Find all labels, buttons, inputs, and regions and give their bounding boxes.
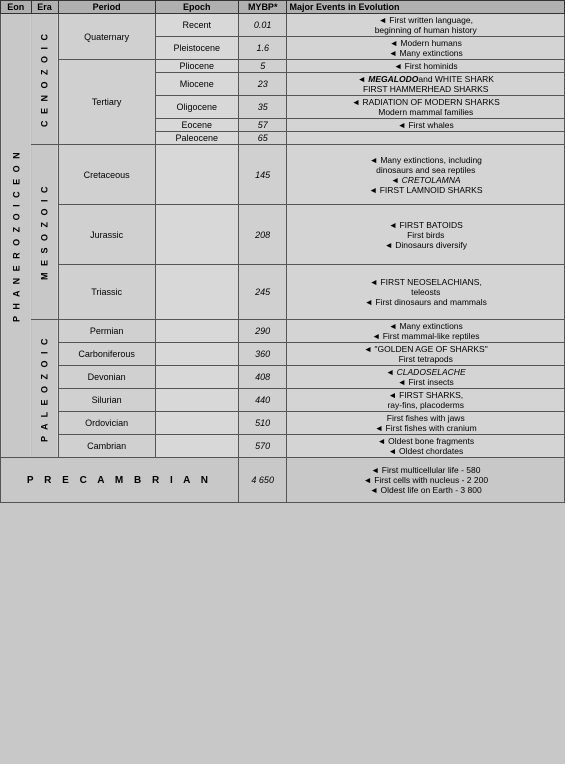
recent-mybp: 0.01: [238, 14, 287, 37]
header-epoch: Epoch: [155, 1, 238, 14]
table-row: M E S O Z O I C Cretaceous 145 ◄ Many ex…: [1, 145, 565, 205]
phanerozoic-eon-cell: P H A N E R O Z O I C E O N: [1, 14, 32, 458]
table-row: Jurassic 208 ◄ FIRST BATOIDSFirst birds◄…: [1, 205, 565, 265]
table-row: Ordovician 510 First fishes with jaws◄ F…: [1, 412, 565, 435]
pliocene-events: ◄ First hominids: [287, 60, 565, 73]
miocene-events: ◄ MEGALODOand WHITE SHARKFIRST HAMMERHEA…: [287, 73, 565, 96]
ordovician-events: First fishes with jaws◄ First fishes wit…: [287, 412, 565, 435]
pleistocene-mybp: 1.6: [238, 37, 287, 60]
pleistocene-epoch: Pleistocene: [155, 37, 238, 60]
paleocene-events: [287, 132, 565, 145]
silurian-epoch: [155, 389, 238, 412]
permian-period: Permian: [58, 320, 155, 343]
table-row: P A L E O Z O I C Permian 290 ◄ Many ext…: [1, 320, 565, 343]
permian-events: ◄ Many extinctions◄ First mammal-like re…: [287, 320, 565, 343]
paleocene-mybp: 65: [238, 132, 287, 145]
cretaceous-period: Cretaceous: [58, 145, 155, 205]
mesozoic-era-cell: M E S O Z O I C: [31, 145, 58, 320]
jurassic-epoch: [155, 205, 238, 265]
permian-epoch: [155, 320, 238, 343]
carboniferous-epoch: [155, 343, 238, 366]
precambrian-row: P R E C A M B R I A N 4 650 ◄ First mult…: [1, 458, 565, 503]
precambrian-label: P R E C A M B R I A N: [1, 458, 239, 503]
oligocene-mybp: 35: [238, 96, 287, 119]
table-row: P H A N E R O Z O I C E O N C E N O Z O …: [1, 14, 565, 37]
jurassic-mybp: 208: [238, 205, 287, 265]
devonian-events: ◄ CLADOSELACHE◄ First insects: [287, 366, 565, 389]
carboniferous-mybp: 360: [238, 343, 287, 366]
silurian-period: Silurian: [58, 389, 155, 412]
eocene-epoch: Eocene: [155, 119, 238, 132]
ordovician-epoch: [155, 412, 238, 435]
miocene-mybp: 23: [238, 73, 287, 96]
triassic-mybp: 245: [238, 265, 287, 320]
cenozoic-era-cell: C E N O Z O I C: [31, 14, 58, 145]
cambrian-events: ◄ Oldest bone fragments◄ Oldest chordate…: [287, 435, 565, 458]
header-era: Era: [31, 1, 58, 14]
permian-mybp: 290: [238, 320, 287, 343]
pliocene-mybp: 5: [238, 60, 287, 73]
table-row: Carboniferous 360 ◄ "GOLDEN AGE OF SHARK…: [1, 343, 565, 366]
quaternary-period: Quaternary: [58, 14, 155, 60]
oligocene-epoch: Oligocene: [155, 96, 238, 119]
silurian-events: ◄ FIRST SHARKS,ray-fins, placoderms: [287, 389, 565, 412]
pliocene-epoch: Pliocene: [155, 60, 238, 73]
pleistocene-events: ◄ Modern humans◄ Many extinctions: [287, 37, 565, 60]
cretaceous-epoch: [155, 145, 238, 205]
devonian-mybp: 408: [238, 366, 287, 389]
jurassic-period: Jurassic: [58, 205, 155, 265]
table-row: Triassic 245 ◄ FIRST NEOSELACHIANS,teleo…: [1, 265, 565, 320]
devonian-period: Devonian: [58, 366, 155, 389]
cambrian-period: Cambrian: [58, 435, 155, 458]
main-table: Eon Era Period Epoch MYBP* Major Events …: [0, 0, 565, 503]
triassic-epoch: [155, 265, 238, 320]
cretaceous-events: ◄ Many extinctions, includingdinosaurs a…: [287, 145, 565, 205]
precambrian-events: ◄ First multicellular life - 580◄ First …: [287, 458, 565, 503]
jurassic-events: ◄ FIRST BATOIDSFirst birds◄ Dinosaurs di…: [287, 205, 565, 265]
recent-epoch: Recent: [155, 14, 238, 37]
cambrian-mybp: 570: [238, 435, 287, 458]
paleocene-epoch: Paleocene: [155, 132, 238, 145]
header-eon: Eon: [1, 1, 32, 14]
header-mybp: MYBP*: [238, 1, 287, 14]
cambrian-epoch: [155, 435, 238, 458]
tertiary-period: Tertiary: [58, 60, 155, 145]
table-row: Devonian 408 ◄ CLADOSELACHE◄ First insec…: [1, 366, 565, 389]
eocene-mybp: 57: [238, 119, 287, 132]
table-row: Tertiary Pliocene 5 ◄ First hominids: [1, 60, 565, 73]
table-row: Cambrian 570 ◄ Oldest bone fragments◄ Ol…: [1, 435, 565, 458]
carboniferous-period: Carboniferous: [58, 343, 155, 366]
ordovician-mybp: 510: [238, 412, 287, 435]
miocene-epoch: Miocene: [155, 73, 238, 96]
recent-events: ◄ First written language,beginning of hu…: [287, 14, 565, 37]
oligocene-events: ◄ RADIATION OF MODERN SHARKSModern mamma…: [287, 96, 565, 119]
ordovician-period: Ordovician: [58, 412, 155, 435]
paleozoic-era-cell: P A L E O Z O I C: [31, 320, 58, 458]
devonian-epoch: [155, 366, 238, 389]
silurian-mybp: 440: [238, 389, 287, 412]
eocene-events: ◄ First whales: [287, 119, 565, 132]
triassic-period: Triassic: [58, 265, 155, 320]
triassic-events: ◄ FIRST NEOSELACHIANS,teleosts◄ First di…: [287, 265, 565, 320]
table-row: Silurian 440 ◄ FIRST SHARKS,ray-fins, pl…: [1, 389, 565, 412]
header-period: Period: [58, 1, 155, 14]
header-events: Major Events in Evolution: [287, 1, 565, 14]
header-row: Eon Era Period Epoch MYBP* Major Events …: [1, 1, 565, 14]
cretaceous-mybp: 145: [238, 145, 287, 205]
precambrian-mybp: 4 650: [238, 458, 287, 503]
carboniferous-events: ◄ "GOLDEN AGE OF SHARKS"First tetrapods: [287, 343, 565, 366]
